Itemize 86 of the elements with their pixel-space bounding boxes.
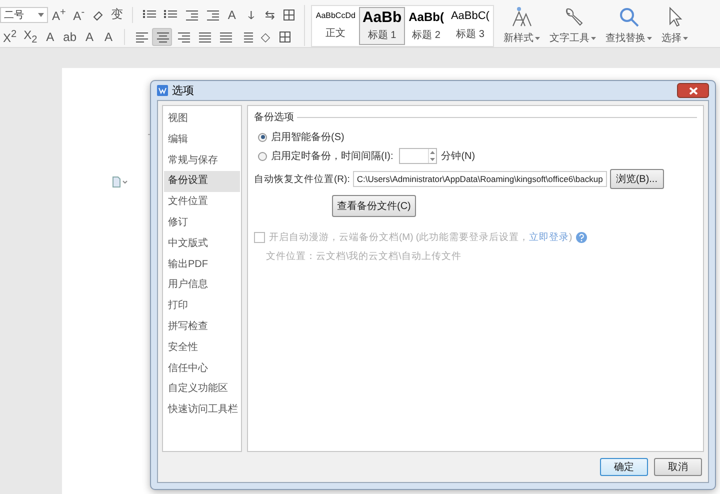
style-sample: AaBbCcDd — [316, 10, 356, 20]
style-label: 正文 — [326, 26, 346, 40]
eraser-icon — [92, 8, 104, 20]
style-sample: AaBb — [362, 8, 402, 26]
path-field[interactable]: C:\Users\Administrator\AppData\Roaming\kingsoft\office6\backup — [352, 171, 607, 187]
align-center-icon — [154, 30, 169, 42]
format-button[interactable]: A$^{+}$ — [49, 6, 69, 24]
format-button[interactable]: A — [41, 28, 60, 46]
caret-icon — [591, 36, 596, 40]
format-button[interactable]: ↆ — [242, 6, 260, 24]
category-item[interactable]: 安全性 — [164, 338, 240, 359]
table-border-icon — [282, 8, 295, 20]
format-button[interactable]: A$^{-}$ — [70, 6, 88, 24]
radio-button[interactable] — [258, 132, 267, 142]
category-item[interactable]: 文件位置 — [164, 192, 240, 213]
align-center-button[interactable] — [152, 28, 172, 46]
category-item[interactable]: 视图 — [164, 109, 240, 130]
style-label: 标题 2 — [412, 28, 440, 42]
caret-icon — [38, 12, 44, 16]
category-item[interactable]: 常规与保存 — [164, 150, 240, 172]
category-item[interactable]: 打印 — [164, 296, 240, 317]
radio-button[interactable] — [258, 152, 267, 160]
section-title: 备份选项 — [254, 110, 294, 124]
close-button[interactable] — [677, 83, 709, 98]
style-preset[interactable]: AaBb 标题 1 — [359, 6, 405, 44]
distribute-icon — [218, 30, 232, 42]
format-button[interactable]: ◇ — [256, 28, 275, 46]
ribbon-tool-button[interactable]: 查找替换 — [602, 6, 656, 45]
format-button[interactable]: X$^{2}$ — [0, 28, 20, 46]
file-location-text: 文件位置：云文档\我的云文档\自动上传文件 — [266, 250, 462, 263]
close-icon — [688, 86, 698, 94]
radio-label: 启用定时备份，时间间隔(I): — [271, 150, 394, 163]
dialog-title: 选项 — [172, 84, 194, 98]
dialog-button[interactable]: 确定 — [600, 458, 648, 476]
radio-label: 启用智能备份(S) — [271, 130, 344, 144]
style-label: 标题 1 — [368, 28, 396, 42]
category-item[interactable]: 备份设置 — [164, 171, 240, 192]
indent-dec-icon — [184, 8, 198, 20]
style-sample: AaBbC( — [450, 10, 490, 22]
format-button[interactable]: ⇆ — [260, 6, 279, 24]
search-icon — [618, 6, 640, 28]
dialog-button[interactable]: 取消 — [654, 458, 702, 476]
category-item[interactable]: 自定义功能区 — [164, 379, 240, 400]
tool-label: 选择 — [661, 32, 682, 45]
table-border-icon — [278, 30, 291, 42]
bullets-icon — [142, 8, 156, 20]
tool-label: 查找替换 — [605, 32, 646, 45]
tool-label: 新样式 — [503, 32, 534, 45]
category-item[interactable]: 中文版式 — [164, 234, 240, 255]
category-item[interactable]: 信任中心 — [164, 358, 240, 380]
document-icon — [112, 176, 128, 188]
category-item[interactable]: 拼写检查 — [164, 316, 240, 338]
category-item[interactable]: 用户信息 — [164, 275, 240, 296]
roaming-label: 开启自动漫游，云端备份文档(M) (此功能需要登录后设置，立即登录) — [269, 231, 572, 244]
tool-label: 文字工具 — [549, 32, 590, 45]
style-sample: AaBb( — [408, 10, 444, 24]
unit-label: 分钟(N) — [441, 150, 476, 163]
format-button[interactable]: X$_{2}$ — [20, 28, 40, 46]
indent-inc-icon — [204, 8, 219, 20]
ribbon-tool-button[interactable]: 新样式 — [500, 6, 544, 45]
style-label: 标题 3 — [456, 28, 484, 41]
category-item[interactable]: 编辑 — [164, 130, 240, 151]
caret-icon — [647, 36, 652, 40]
numbered-icon — [162, 8, 177, 20]
interval-spinner[interactable] — [399, 148, 438, 164]
justify-icon — [196, 30, 211, 42]
align-right-icon — [176, 30, 190, 42]
ribbon-tool-button[interactable]: 选择 — [658, 6, 692, 45]
new-style-icon — [510, 6, 533, 28]
font-size-field[interactable]: 二号 — [0, 6, 48, 22]
format-button[interactable]: A — [100, 28, 118, 46]
category-item[interactable]: 快速访问工具栏 — [164, 400, 240, 421]
caret-icon — [683, 36, 688, 40]
format-button[interactable]: A — [80, 28, 99, 46]
caret-icon — [535, 36, 540, 40]
category-item[interactable]: 输出PDF — [164, 254, 240, 276]
format-button[interactable]: 变 — [108, 6, 126, 24]
view-backup-button[interactable]: 查看备份文件(C) — [332, 195, 416, 217]
format-button[interactable]: A — [222, 6, 241, 24]
ribbon-tool-button[interactable]: 文字工具 — [546, 6, 600, 45]
align-left-icon — [134, 30, 148, 42]
app-icon — [157, 85, 168, 96]
category-item[interactable]: 修订 — [164, 212, 240, 234]
format-button[interactable]: ab — [60, 28, 80, 46]
path-label: 自动恢复文件位置(R): — [254, 172, 350, 186]
browse-button[interactable]: 浏览(B)... — [610, 169, 664, 189]
